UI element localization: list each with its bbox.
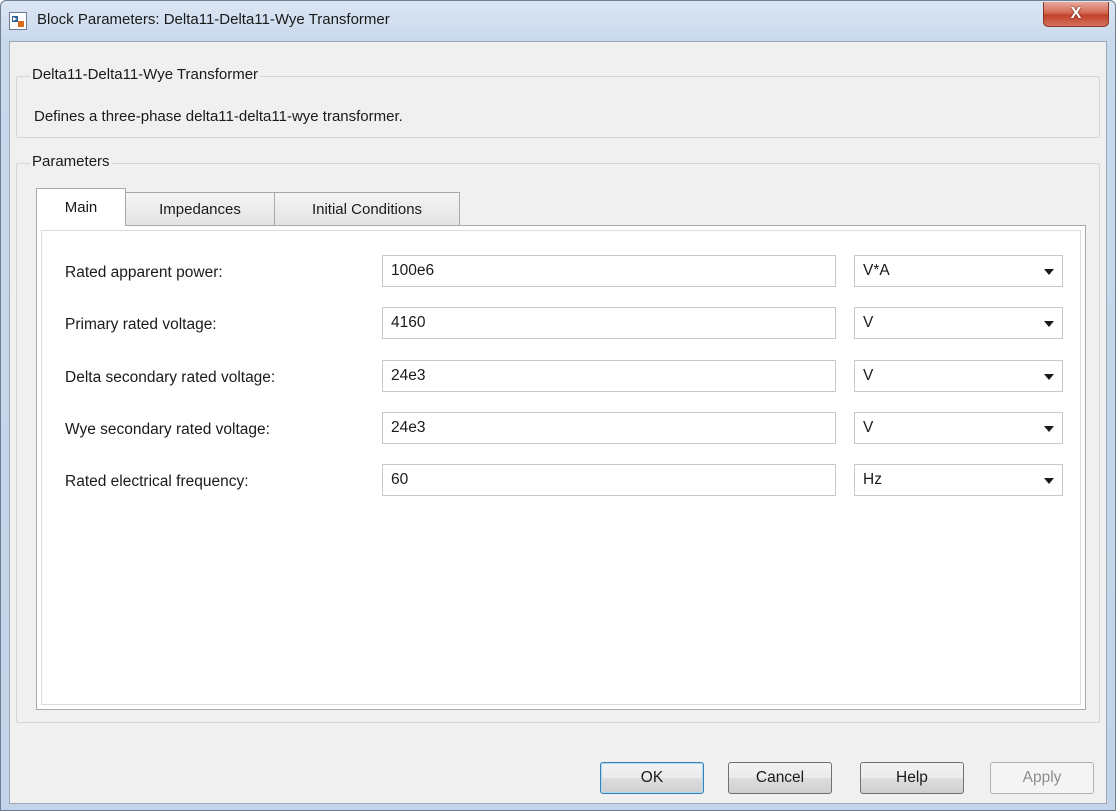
rated-apparent-power-label: Rated apparent power: (65, 264, 223, 281)
dropdown-arrow-icon (1044, 478, 1054, 484)
dropdown-arrow-icon (1044, 269, 1054, 275)
close-icon: X (1070, 5, 1082, 22)
rated-electrical-frequency-unit-value: Hz (863, 471, 882, 488)
rated-electrical-frequency-label: Rated electrical frequency: (65, 473, 249, 490)
window-title: Block Parameters: Delta11-Delta11-Wye Tr… (37, 11, 390, 28)
primary-rated-voltage-unit-value: V (863, 314, 874, 331)
rated-apparent-power-unit-value: V*A (863, 262, 890, 279)
tab-initial-conditions[interactable]: Initial Conditions (274, 192, 460, 226)
wye-secondary-rated-voltage-unit-select[interactable]: V (854, 412, 1063, 444)
primary-rated-voltage-unit-select[interactable]: V (854, 307, 1063, 339)
tab-main-label: Main (64, 199, 98, 216)
delta-secondary-rated-voltage-unit-select[interactable]: V (854, 360, 1063, 392)
delta-secondary-rated-voltage-unit-value: V (863, 367, 874, 384)
description-group-title: Delta11-Delta11-Wye Transformer (30, 66, 261, 83)
main-tab-content: Rated apparent power: 100e6 V*A Primary … (41, 230, 1081, 705)
apply-button[interactable]: Apply (990, 762, 1094, 794)
delta-secondary-rated-voltage-label: Delta secondary rated voltage: (65, 369, 276, 386)
ok-button[interactable]: OK (600, 762, 704, 794)
delta-secondary-rated-voltage-input[interactable]: 24e3 (382, 360, 836, 392)
dialog-client-area: Delta11-Delta11-Wye Transformer Defines … (9, 41, 1107, 804)
tab-initial-conditions-label: Initial Conditions (311, 201, 423, 218)
close-button[interactable]: X (1043, 2, 1109, 27)
rated-electrical-frequency-unit-select[interactable]: Hz (854, 464, 1063, 496)
rated-electrical-frequency-input[interactable]: 60 (382, 464, 836, 496)
title-bar[interactable]: Block Parameters: Delta11-Delta11-Wye Tr… (1, 1, 1115, 41)
dialog-window: Block Parameters: Delta11-Delta11-Wye Tr… (0, 0, 1116, 811)
cancel-button[interactable]: Cancel (728, 762, 832, 794)
dropdown-arrow-icon (1044, 426, 1054, 432)
description-text: Defines a three-phase delta11-delta11-wy… (34, 108, 403, 125)
wye-secondary-rated-voltage-unit-value: V (863, 419, 874, 436)
dropdown-arrow-icon (1044, 374, 1054, 380)
rated-apparent-power-unit-select[interactable]: V*A (854, 255, 1063, 287)
tab-impedances-label: Impedances (159, 201, 241, 218)
primary-rated-voltage-input[interactable]: 4160 (382, 307, 836, 339)
tab-impedances[interactable]: Impedances (125, 192, 275, 226)
parameters-group-title: Parameters (30, 153, 112, 170)
wye-secondary-rated-voltage-label: Wye secondary rated voltage: (65, 421, 270, 438)
main-tab-panel: Rated apparent power: 100e6 V*A Primary … (36, 225, 1086, 710)
dropdown-arrow-icon (1044, 321, 1054, 327)
wye-secondary-rated-voltage-input[interactable]: 24e3 (382, 412, 836, 444)
description-group (16, 76, 1100, 138)
primary-rated-voltage-label: Primary rated voltage: (65, 316, 217, 333)
simulink-block-icon (9, 12, 27, 30)
help-button[interactable]: Help (860, 762, 964, 794)
rated-apparent-power-input[interactable]: 100e6 (382, 255, 836, 287)
tab-main[interactable]: Main (36, 188, 126, 226)
